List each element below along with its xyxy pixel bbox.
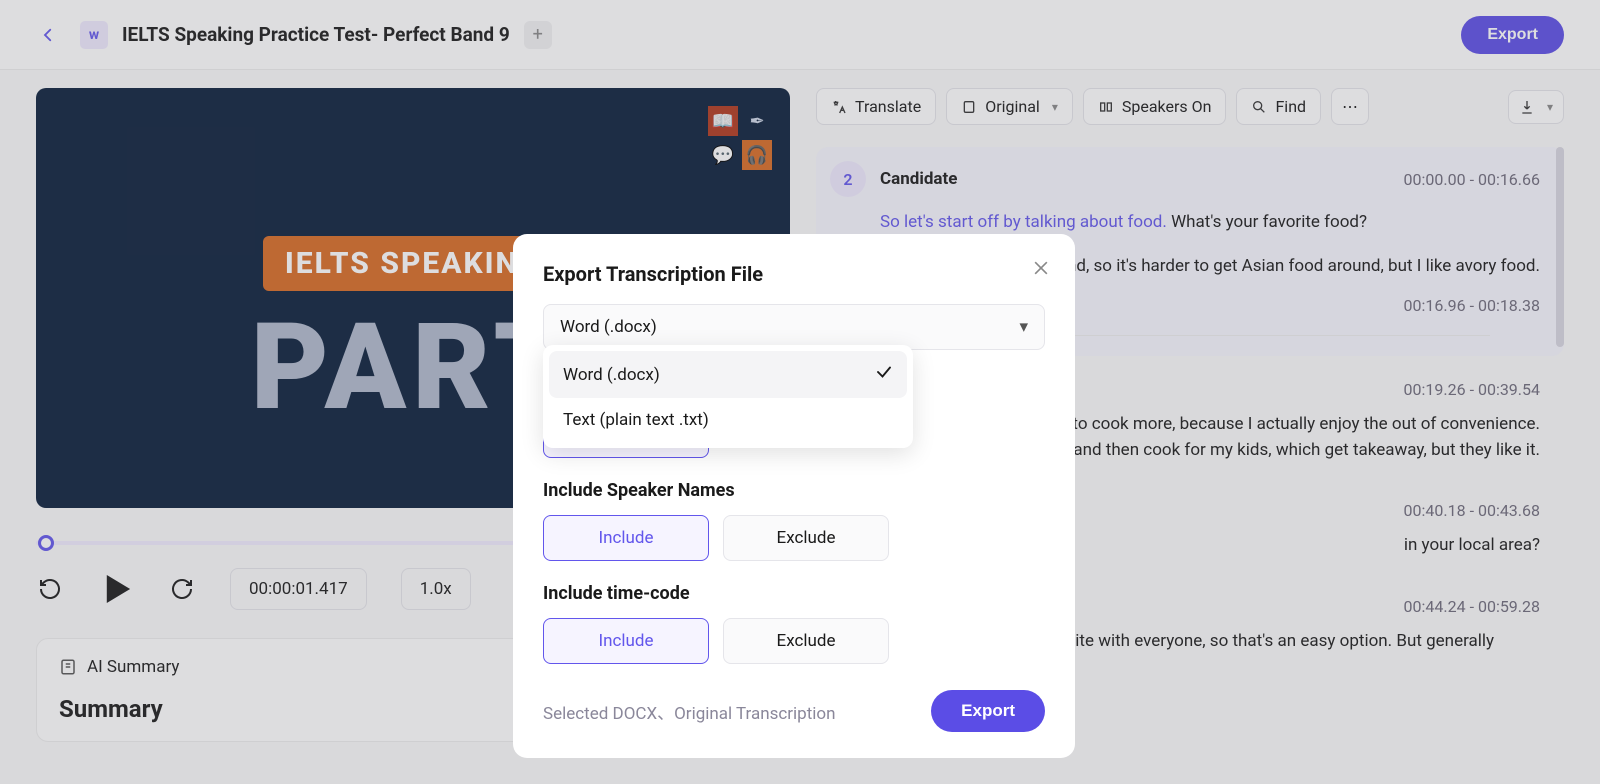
speaker-include[interactable]: Include <box>543 515 709 561</box>
timecode-exclude[interactable]: Exclude <box>723 618 889 664</box>
modal-status: Selected DOCX、Original Transcription <box>543 699 836 724</box>
format-select[interactable]: Word (.docx) ▾ <box>543 304 1045 350</box>
format-select-value: Word (.docx) <box>560 317 657 337</box>
format-option-txt[interactable]: Text (plain text .txt) <box>549 398 907 442</box>
format-option-docx[interactable]: Word (.docx) <box>549 351 907 398</box>
section-include-timecode: Include time-code <box>543 583 1045 604</box>
export-modal: Export Transcription File Word (.docx) ▾… <box>513 234 1075 758</box>
modal-close-button[interactable] <box>1027 254 1055 282</box>
caret-down-icon: ▾ <box>1019 317 1028 337</box>
timecode-include[interactable]: Include <box>543 618 709 664</box>
speaker-exclude[interactable]: Exclude <box>723 515 889 561</box>
format-option-label: Text (plain text .txt) <box>563 410 709 430</box>
modal-overlay[interactable]: Export Transcription File Word (.docx) ▾… <box>0 0 1600 784</box>
modal-export-button[interactable]: Export <box>931 690 1045 732</box>
section-include-speaker: Include Speaker Names <box>543 480 1045 501</box>
close-icon <box>1031 258 1051 278</box>
format-dropdown: Word (.docx) Text (plain text .txt) <box>543 345 913 448</box>
check-icon <box>875 363 893 386</box>
modal-title: Export Transcription File <box>543 262 1045 286</box>
format-option-label: Word (.docx) <box>563 365 660 385</box>
